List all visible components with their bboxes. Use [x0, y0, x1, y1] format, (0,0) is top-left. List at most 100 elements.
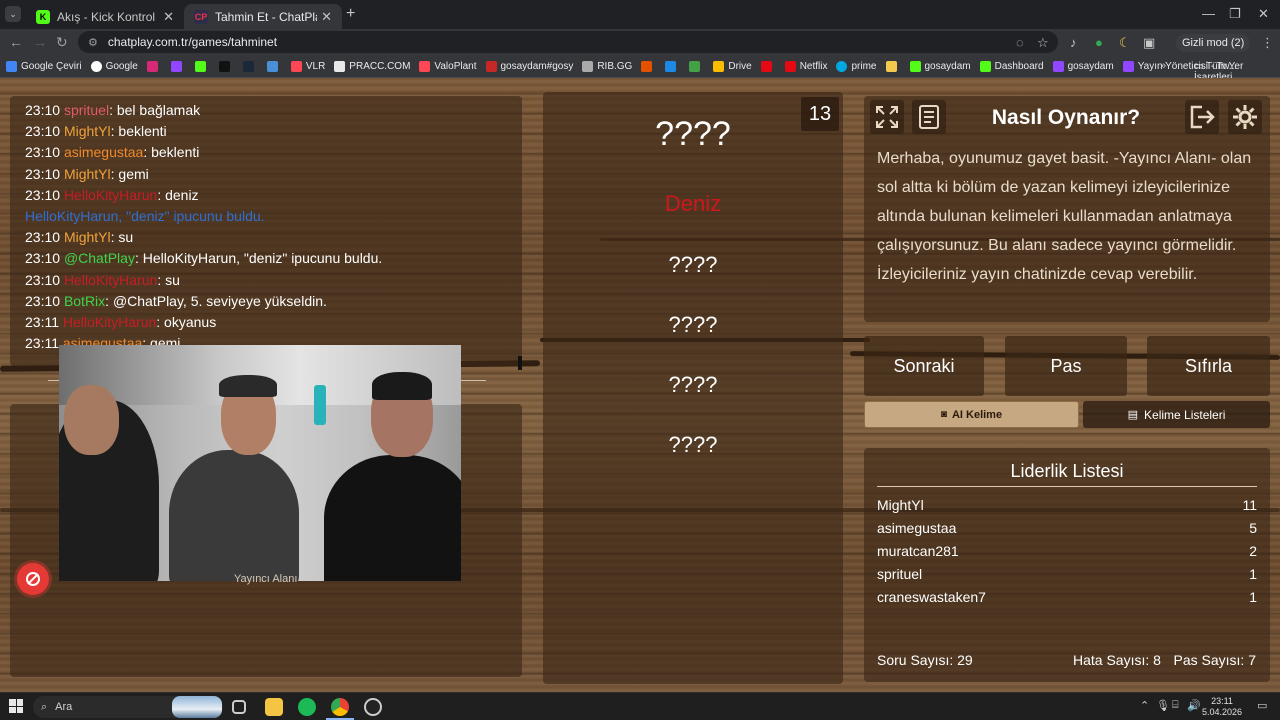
bookmark[interactable]	[885, 61, 901, 72]
bookmark[interactable]: ValoPlant	[419, 61, 477, 72]
chat-username[interactable]: sprituel	[64, 102, 109, 118]
player-score: 1	[1249, 589, 1257, 605]
notification-icon[interactable]: ▭	[1257, 699, 1267, 712]
bookmark[interactable]	[266, 61, 282, 72]
windows-taskbar: ⌕ Ara ⌃ 🎙 ⌸ 🔊 23:11 5.04.2026 ▭	[0, 692, 1280, 720]
player-score: 11	[1242, 497, 1257, 513]
menu-icon[interactable]: ⋮	[1261, 35, 1274, 51]
chat-username[interactable]: HelloKityHarun, "deniz" ipucunu buldu.	[25, 208, 265, 224]
address-bar[interactable]: ⚙ chatplay.com.tr/games/tahminet	[78, 31, 1058, 53]
bookmark[interactable]: prime	[836, 61, 877, 72]
word-lists-label: Kelime Listeleri	[1144, 407, 1226, 422]
chat-message: HelloKityHarun, "deniz" ipucunu buldu.	[25, 206, 507, 227]
chat-message: 23:10 MightYl: gemi	[25, 164, 507, 185]
bookmark[interactable]: PRACC.COM	[334, 61, 410, 72]
bookmark[interactable]: Netflix	[784, 61, 827, 72]
site-info-icon[interactable]: ⚙	[88, 36, 98, 49]
bookmark[interactable]: Dashboard	[979, 61, 1044, 72]
bottle	[314, 385, 326, 425]
reset-button[interactable]: Sıfırla	[1147, 336, 1270, 396]
tray-overflow-icon[interactable]: ⌃	[1140, 699, 1149, 712]
tab-chatplay[interactable]: CP Tahmin Et - ChatPlay ✕	[184, 4, 342, 29]
bookmark[interactable]	[760, 61, 776, 72]
minimize-icon[interactable]: —	[1202, 6, 1215, 21]
bookmark[interactable]: gosaydam#gosy	[485, 61, 573, 72]
back-icon[interactable]: ←	[9, 34, 23, 50]
close-icon[interactable]: ✕	[321, 9, 332, 25]
dark-mode-icon[interactable]: ☾	[1119, 35, 1131, 51]
streamer-area-caption: Yayıncı Alanı	[234, 573, 298, 585]
new-tab-icon[interactable]: +	[346, 5, 355, 23]
eye-off-icon[interactable]: ◌	[1016, 35, 1024, 50]
bookmark[interactable]	[218, 61, 234, 72]
close-icon[interactable]: ✕	[163, 9, 174, 25]
chat-username[interactable]: asimegustaa	[64, 144, 143, 160]
bookmark-label: Google	[105, 61, 138, 72]
pass-count: Pas Sayısı: 7	[1173, 652, 1256, 668]
microphone-icon[interactable]: 🎙	[1156, 699, 1170, 712]
forward-icon[interactable]: →	[33, 34, 47, 50]
restore-icon[interactable]: ❐	[1229, 6, 1241, 22]
chat-username[interactable]: BotRix	[64, 293, 105, 309]
kick-icon	[194, 61, 206, 72]
bookmark[interactable]	[242, 61, 258, 72]
settings-button[interactable]	[1228, 100, 1262, 134]
incognito-badge[interactable]: Gizli mod (2)	[1176, 34, 1251, 52]
fullscreen-button[interactable]	[870, 100, 904, 134]
fullscreen-icon	[876, 106, 898, 128]
bookmark[interactable]: Drive	[713, 61, 752, 72]
leaderboard-title: Liderlik Listesi	[1010, 461, 1124, 481]
chat-username[interactable]: MightYl	[64, 166, 111, 182]
close-window-icon[interactable]: ✕	[1258, 6, 1269, 22]
mute-icon[interactable]: ♪	[1070, 35, 1077, 50]
leaderboard-row: muratcan281 2	[877, 543, 1257, 559]
bookmark[interactable]	[665, 61, 680, 72]
extensions-icon[interactable]: ▣	[1143, 35, 1155, 51]
chat-time: 23:10	[25, 102, 61, 118]
netflix-icon	[784, 61, 796, 72]
system-clock[interactable]: 23:11 5.04.2026	[1200, 696, 1244, 718]
windows-start-icon[interactable]	[9, 699, 23, 713]
network-icon[interactable]: ⌸	[1172, 699, 1179, 712]
reload-icon[interactable]: ↻	[56, 34, 68, 51]
task-view-icon[interactable]	[232, 700, 246, 714]
chat-username[interactable]: MightYl	[64, 123, 111, 139]
kick-icon	[909, 61, 921, 72]
tab-kick[interactable]: K Akış - Kick Kontrol Paneli ✕	[26, 4, 184, 29]
chat-username[interactable]: HelloKityHarun	[64, 272, 157, 288]
next-button[interactable]: Sonraki	[864, 336, 984, 396]
bookmark[interactable]: gosaydam	[909, 61, 971, 72]
bookmark[interactable]	[689, 61, 704, 72]
bookmark[interactable]: RIB.GG	[582, 61, 632, 72]
chat-username[interactable]: HelloKityHarun	[63, 314, 156, 330]
bookmark[interactable]	[641, 61, 656, 72]
obs-icon[interactable]	[364, 698, 382, 716]
pass-button[interactable]: Pas	[1005, 336, 1127, 396]
chrome-icon[interactable]	[331, 698, 349, 716]
kick-icon	[979, 61, 991, 72]
star-icon[interactable]: ☆	[1037, 35, 1049, 51]
bookmark[interactable]	[146, 61, 162, 72]
pass-label: Pas	[1050, 355, 1082, 376]
file-explorer-icon[interactable]	[265, 698, 283, 716]
extension-icon[interactable]: ●	[1095, 35, 1103, 50]
divider	[461, 380, 486, 381]
bookmark[interactable]: Google Çeviri	[6, 61, 82, 72]
ai-word-button[interactable]: ◙ AI Kelime	[864, 401, 1079, 428]
word-lists-button[interactable]: ▤ Kelime Listeleri	[1083, 401, 1270, 428]
bookmark[interactable]: VLR	[290, 61, 325, 72]
bookmark[interactable]: gosaydam	[1052, 61, 1114, 72]
volume-icon[interactable]: 🔊	[1187, 699, 1201, 712]
stop-recording-button[interactable]	[17, 563, 49, 595]
bookmark[interactable]	[194, 61, 210, 72]
chat-username[interactable]: MightYl	[64, 229, 111, 245]
bookmark[interactable]	[170, 61, 186, 72]
tab-search-icon[interactable]: ⌄	[5, 6, 21, 22]
chat-scrollbar[interactable]	[518, 356, 522, 370]
chat-username[interactable]: HelloKityHarun	[64, 187, 157, 203]
spotify-icon[interactable]	[298, 698, 316, 716]
chat-username[interactable]: @ChatPlay	[64, 250, 135, 266]
more-bookmarks-icon[interactable]: »	[1160, 60, 1166, 72]
bookmark[interactable]: Google	[90, 61, 138, 72]
exit-button[interactable]	[1185, 100, 1219, 134]
